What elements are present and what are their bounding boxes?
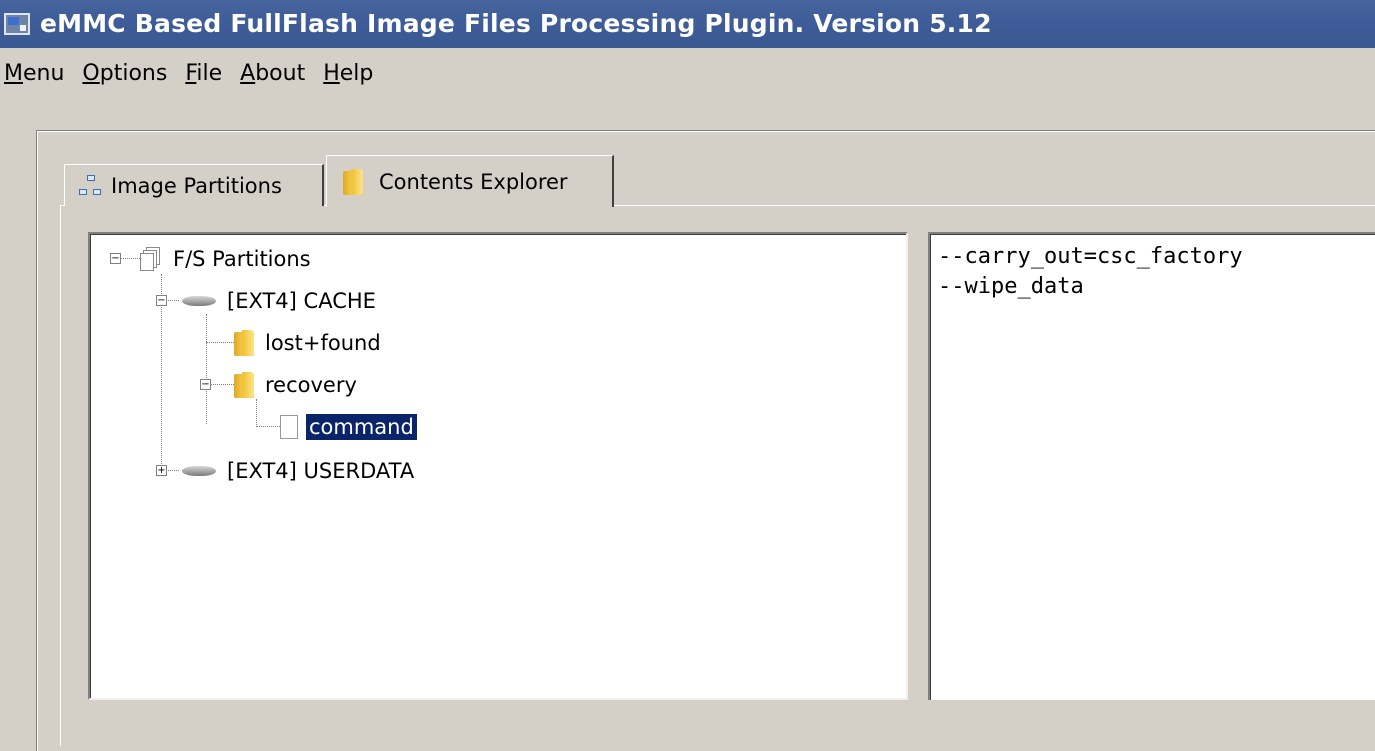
- tab-image-partitions-label: Image Partitions: [111, 173, 282, 198]
- tree-node-label: [EXT4] CACHE: [227, 289, 376, 313]
- menu-options-rest: ptions: [99, 60, 168, 86]
- recovery-collapse-toggle[interactable]: −: [200, 379, 211, 390]
- network-icon: [79, 174, 103, 197]
- app-window-icon[interactable]: [4, 13, 30, 35]
- menu-file[interactable]: File: [176, 61, 231, 86]
- menu-about-rest: bout: [255, 60, 306, 86]
- tree-node-label: lost+found: [265, 331, 381, 355]
- menu-help-rest: elp: [339, 60, 374, 86]
- title-bar[interactable]: eMMC Based FullFlash Image Files Process…: [0, 0, 1375, 48]
- userdata-expand-toggle[interactable]: +: [156, 465, 167, 476]
- tree-node-command[interactable]: command: [280, 411, 418, 443]
- tree-node-label: F/S Partitions: [173, 247, 311, 271]
- tree-node-fs-partitions[interactable]: F/S Partitions: [140, 243, 314, 275]
- menu-menu[interactable]: Menu: [0, 61, 73, 86]
- tree-node-userdata[interactable]: [EXT4] USERDATA: [182, 455, 417, 487]
- menu-about[interactable]: About: [231, 61, 314, 86]
- menu-help-mnemonic: H: [323, 60, 340, 86]
- menu-options[interactable]: Options: [73, 61, 176, 86]
- menu-file-mnemonic: F: [185, 60, 197, 86]
- tab-contents-explorer[interactable]: Contents Explorer: [326, 155, 614, 207]
- menu-bar: Menu Options File About Help: [0, 48, 1375, 98]
- partitions-icon: [140, 247, 162, 271]
- menu-about-mnemonic: A: [240, 60, 256, 86]
- tree-node-label: [EXT4] USERDATA: [227, 459, 415, 483]
- disk-icon: [182, 294, 216, 308]
- tree-connector: [256, 426, 280, 427]
- menu-help[interactable]: Help: [314, 61, 382, 86]
- tab-contents-explorer-label: Contents Explorer: [379, 169, 568, 194]
- folder-icon: [232, 329, 256, 357]
- tree-connector: [206, 314, 207, 424]
- folder-icon: [232, 371, 256, 399]
- window-title: eMMC Based FullFlash Image Files Process…: [40, 9, 992, 38]
- tree-connector: [120, 258, 140, 259]
- menu-menu-rest: enu: [22, 60, 65, 86]
- menu-options-mnemonic: O: [82, 60, 100, 86]
- tree-node-label: command: [305, 413, 418, 441]
- menu-menu-mnemonic: M: [4, 60, 23, 86]
- tree-connector: [206, 342, 234, 343]
- tree-node-label: recovery: [265, 373, 357, 397]
- disk-icon: [182, 464, 216, 478]
- menu-file-rest: ile: [196, 60, 223, 86]
- cache-collapse-toggle[interactable]: −: [156, 295, 167, 306]
- folder-icon: [341, 168, 365, 196]
- tree-node-cache[interactable]: [EXT4] CACHE: [182, 285, 379, 317]
- tab-image-partitions[interactable]: Image Partitions: [64, 164, 324, 206]
- tree-node-recovery[interactable]: recovery: [232, 369, 360, 401]
- tree-node-lost-found[interactable]: lost+found: [232, 327, 384, 359]
- file-contents-view[interactable]: --carry_out=csc_factory --wipe_data: [928, 232, 1375, 700]
- file-line: --carry_out=csc_factory: [938, 244, 1243, 269]
- file-line: --wipe_data: [938, 274, 1084, 299]
- file-icon: [280, 415, 298, 439]
- root-collapse-toggle[interactable]: −: [110, 253, 121, 264]
- partition-tree[interactable]: − − − + F/S Partitions [EXT4] CACHE lost…: [88, 232, 908, 700]
- tree-connector: [256, 399, 257, 427]
